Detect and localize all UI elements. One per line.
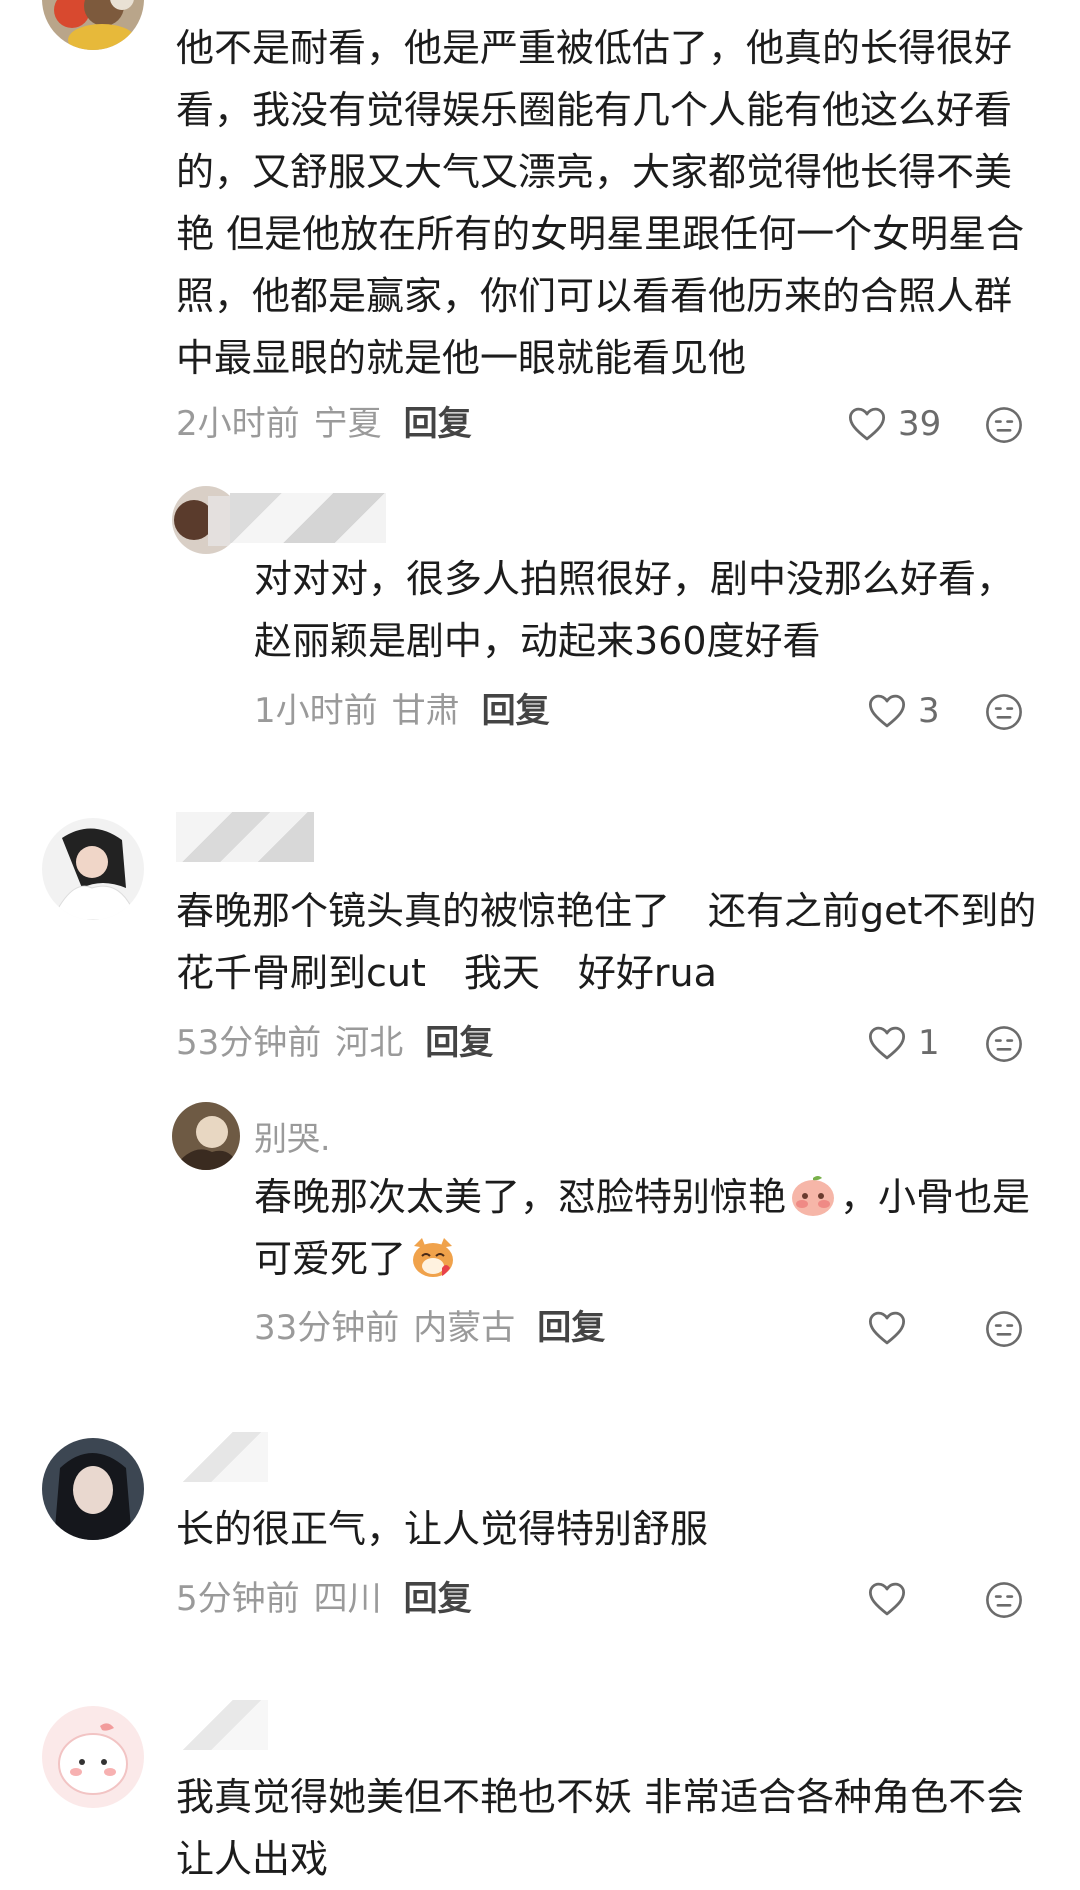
comment-meta: 1小时前 甘肃 回复 <box>254 686 550 736</box>
comment-location: 宁夏 <box>313 404 382 444</box>
reply-button[interactable]: 回复 <box>404 404 472 444</box>
comment-text: 我真觉得她美但不艳也不妖 非常适合各种角色不会让人出戏 <box>176 1775 1025 1881</box>
comment-text: 春晚那个镜头真的被惊艳住了 还有之前get不到的花千骨刷到cut 我天 好好ru… <box>176 889 1037 995</box>
username-masked <box>176 1700 268 1750</box>
meh-face-icon[interactable] <box>983 1023 1025 1065</box>
username-masked <box>230 493 386 543</box>
avatar-image <box>42 818 144 920</box>
avatar[interactable] <box>42 1438 144 1540</box>
avatar-image <box>42 1438 144 1540</box>
heart-outline-icon <box>868 1026 906 1060</box>
peach-shy-emoji <box>792 1176 835 1216</box>
avatar-image <box>42 1706 144 1808</box>
comment-location: 内蒙古 <box>413 1308 516 1348</box>
heart-outline-icon <box>848 407 886 441</box>
meh-face-icon[interactable] <box>983 1308 1025 1350</box>
like-button[interactable] <box>866 1303 918 1353</box>
avatar-image <box>172 1102 240 1170</box>
meh-face-icon[interactable] <box>983 691 1025 733</box>
heart-outline-icon <box>868 1582 906 1616</box>
like-button[interactable]: 39 <box>846 399 941 449</box>
comment-time: 53分钟前 <box>176 1023 322 1063</box>
meh-face-icon[interactable] <box>983 1579 1025 1621</box>
like-count: 3 <box>918 691 940 731</box>
comment-meta: 33分钟前 内蒙古 回复 <box>254 1303 605 1353</box>
reply-button[interactable]: 回复 <box>482 691 550 731</box>
like-button[interactable]: 1 <box>866 1018 940 1068</box>
avatar-image <box>42 0 144 50</box>
comment-time: 5分钟前 <box>176 1579 300 1619</box>
comment-time: 33分钟前 <box>254 1308 400 1348</box>
meh-face-icon[interactable] <box>983 404 1025 446</box>
username-masked <box>176 812 314 862</box>
heart-outline-icon <box>868 1311 906 1345</box>
avatar[interactable] <box>172 1102 240 1170</box>
cat-heart-emoji <box>413 1238 454 1277</box>
like-button[interactable] <box>866 1574 918 1624</box>
like-count: 1 <box>918 1023 940 1063</box>
like-count: 39 <box>898 404 942 444</box>
avatar[interactable] <box>42 1706 144 1808</box>
like-button[interactable]: 3 <box>866 686 940 736</box>
comment-text-part1: 春晚那次太美了，怼脸特别惊艳 <box>254 1175 787 1219</box>
comment-meta: 5分钟前 四川 回复 <box>176 1574 472 1624</box>
comment-text: 春晚那次太美了，怼脸特别惊艳 ，小骨也是可爱死了 <box>254 1166 1044 1290</box>
comment-location: 四川 <box>313 1579 382 1619</box>
comment-location: 河北 <box>335 1023 404 1063</box>
comment-location: 甘肃 <box>391 691 460 731</box>
comment-text: 对对对，很多人拍照很好，剧中没那么好看，赵丽颖是剧中，动起来360度好看 <box>254 557 1015 663</box>
comment-meta: 2小时前 宁夏 回复 <box>176 399 472 449</box>
heart-outline-icon <box>868 694 906 728</box>
avatar[interactable] <box>42 0 144 50</box>
comment-text: 长的很正气，让人觉得特别舒服 <box>176 1507 709 1551</box>
username-masked <box>176 1432 268 1482</box>
comment-text: 他不是耐看，他是严重被低估了，他真的长得很好看，我没有觉得娱乐圈能有几个人能有他… <box>176 26 1025 380</box>
comment-meta: 53分钟前 河北 回复 <box>176 1018 493 1068</box>
avatar[interactable] <box>42 818 144 920</box>
username[interactable]: 别哭. <box>254 1112 331 1160</box>
reply-button[interactable]: 回复 <box>425 1023 493 1063</box>
reply-button[interactable]: 回复 <box>537 1308 605 1348</box>
reply-button[interactable]: 回复 <box>404 1579 472 1619</box>
comment-time: 2小时前 <box>176 404 300 444</box>
comment-time: 1小时前 <box>254 691 378 731</box>
